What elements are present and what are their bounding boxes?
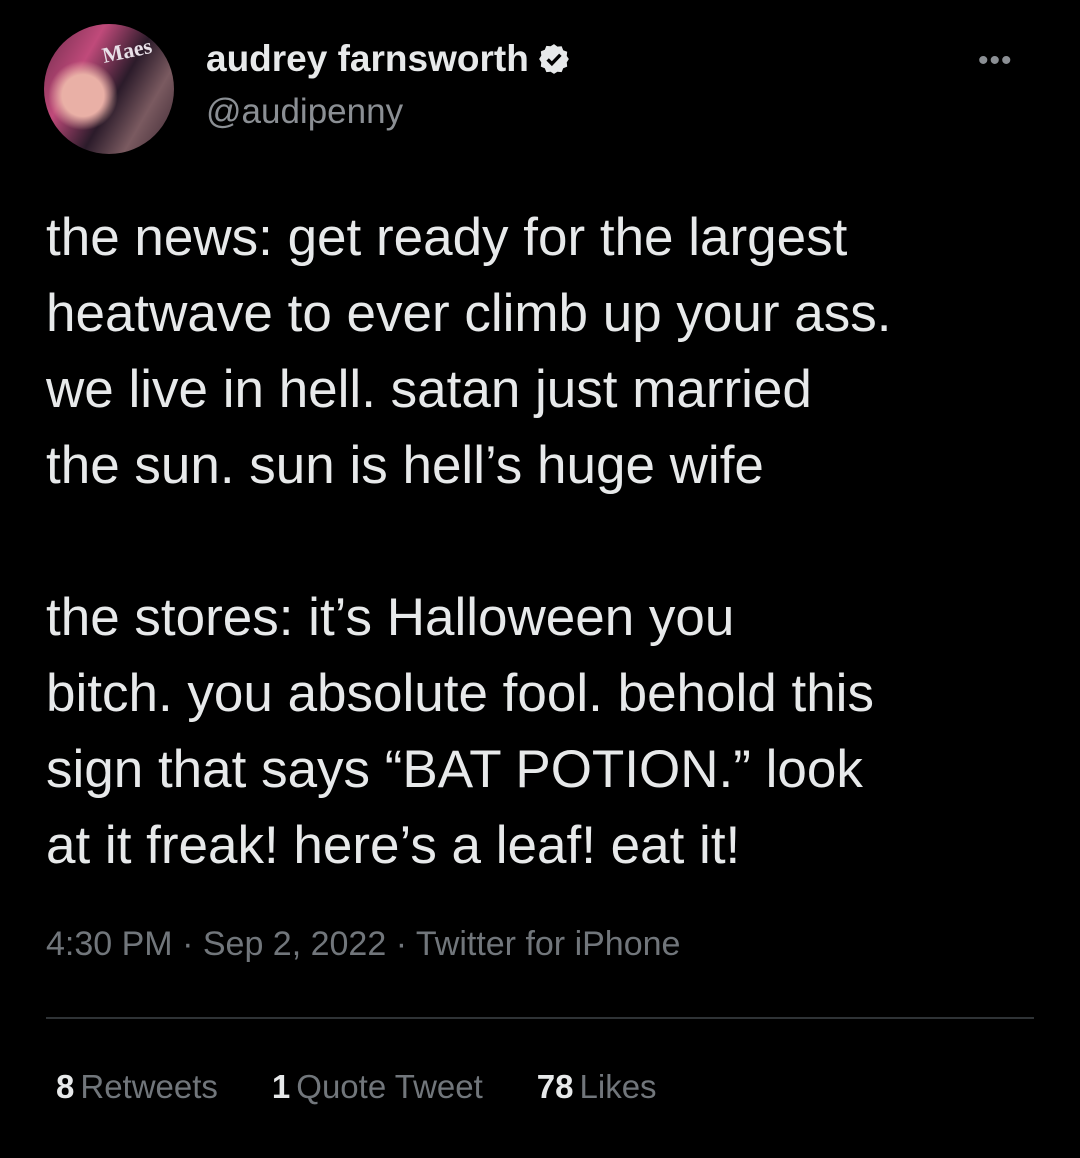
retweets-stat[interactable]: 8 Retweets: [56, 1068, 218, 1106]
tweet-date[interactable]: Sep 2, 2022: [203, 925, 386, 963]
tweet-line: bitch. you absolute fool. behold this: [46, 664, 874, 723]
tweet-line: sign that says “BAT POTION.” look: [46, 740, 863, 799]
avatar-sign: Maes: [99, 33, 155, 68]
tweet-source[interactable]: Twitter for iPhone: [416, 925, 681, 963]
author-name-row: audrey farnsworth: [206, 38, 571, 80]
quotes-stat[interactable]: 1 Quote Tweet: [272, 1068, 483, 1106]
likes-stat[interactable]: 78 Likes: [537, 1068, 657, 1106]
likes-count: 78: [536, 1068, 574, 1105]
separator: ·: [395, 925, 408, 963]
avatar[interactable]: Maes: [44, 24, 174, 154]
tweet-text: the news: get ready for the largest heat…: [46, 200, 891, 884]
tweet-line: the stores: it’s Halloween you: [46, 588, 735, 647]
tweet-meta: 4:30 PM · Sep 2, 2022 · Twitter for iPho…: [46, 925, 680, 964]
divider: [46, 1017, 1034, 1019]
quotes-label: Quote Tweet: [296, 1068, 483, 1105]
likes-label: Likes: [579, 1068, 657, 1105]
more-options-icon[interactable]: •••: [978, 44, 1013, 78]
tweet-stats: 8 Retweets 1 Quote Tweet 78 Likes: [56, 1068, 657, 1106]
tweet-time[interactable]: 4:30 PM: [46, 925, 173, 963]
retweets-label: Retweets: [80, 1068, 218, 1105]
separator: ·: [182, 925, 194, 963]
author-handle[interactable]: @audipenny: [206, 92, 403, 132]
tweet-line: the news: get ready for the largest: [46, 208, 848, 267]
author-name[interactable]: audrey farnsworth: [206, 38, 529, 80]
tweet-line: at it freak! here’s a leaf! eat it!: [46, 816, 741, 875]
quotes-count: 1: [271, 1068, 291, 1105]
verified-badge-icon: [538, 44, 569, 74]
tweet-line: we live in hell. satan just married: [46, 360, 812, 419]
tweet-line: the sun. sun is hell’s huge wife: [46, 436, 764, 495]
retweets-count: 8: [56, 1068, 75, 1105]
tweet-line: heatwave to ever climb up your ass.: [46, 284, 892, 343]
